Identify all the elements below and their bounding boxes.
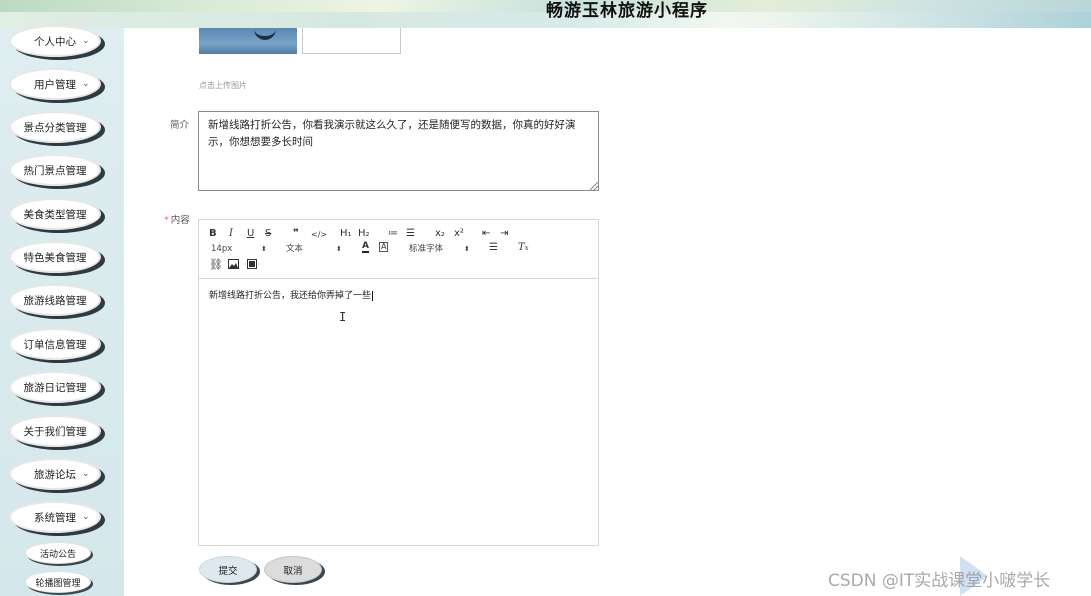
chevron-down-icon: ⌄ xyxy=(82,469,90,479)
h2-icon[interactable]: H₂ xyxy=(358,228,370,240)
sidebar-item-label: 旅游论坛 xyxy=(34,468,76,481)
header-banner: 畅游玉林旅游小程序 xyxy=(0,0,1091,28)
sidebar-item-travel-route[interactable]: 旅游线路管理 xyxy=(9,284,101,316)
video-icon-svg xyxy=(247,259,257,269)
watermark: CSDN @IT实战课堂小啵学长 xyxy=(828,571,1051,591)
uploaded-image-thumbnail[interactable] xyxy=(199,28,297,54)
intro-textarea[interactable]: 新增线路打折公告，你看我演示就这么久了，还是随便写的数据，你真的好好演示，你想想… xyxy=(198,111,599,191)
ibeam-cursor-icon: I xyxy=(339,310,347,324)
code-icon[interactable]: </> xyxy=(311,229,327,241)
thumbnail-shape xyxy=(254,28,276,40)
sidebar-item-label: 热门景点管理 xyxy=(23,164,87,177)
sidebar-item-label: 特色美食管理 xyxy=(23,251,87,264)
blockquote-icon[interactable]: ❞ xyxy=(293,228,299,240)
sidebar-item-label: 个人中心 xyxy=(34,35,76,48)
sidebar-item-scenic-category[interactable]: 景点分类管理 xyxy=(9,111,101,143)
sidebar-item-system-management[interactable]: 系统管理 ⌄ xyxy=(9,501,101,533)
sidebar-item-personal-center[interactable]: 个人中心 ⌄ xyxy=(9,25,101,57)
underline-icon[interactable]: U xyxy=(247,228,254,240)
resize-handle[interactable] xyxy=(590,182,598,190)
image-icon-svg xyxy=(228,259,239,269)
sidebar-item-travel-forum[interactable]: 旅游论坛 ⌄ xyxy=(9,458,101,490)
block-type-value: 文本 xyxy=(286,244,304,254)
editor-content-text: 新增线路打折公告，我还给你弄掉了一些 xyxy=(209,291,372,301)
editor-content-area[interactable]: 新增线路打折公告，我还给你弄掉了一些 xyxy=(209,288,374,301)
italic-icon[interactable]: I xyxy=(229,228,233,240)
bullet-list-icon[interactable]: ☰ xyxy=(406,228,415,240)
chevron-up-icon: ⌄ xyxy=(82,512,90,522)
select-arrow-icon: ⬍ xyxy=(464,245,470,253)
sidebar-item-label: 关于我们管理 xyxy=(23,425,87,438)
select-arrow-icon: ⬍ xyxy=(261,245,267,253)
sidebar-subitem-carousel[interactable]: 轮播图管理 xyxy=(25,571,91,593)
sidebar-subitem-label: 轮播图管理 xyxy=(35,578,81,589)
bold-icon[interactable]: B xyxy=(209,228,217,240)
image-upload-box[interactable] xyxy=(302,28,401,54)
video-icon[interactable] xyxy=(247,259,257,273)
sidebar-item-label: 系统管理 xyxy=(34,511,76,524)
font-size-select[interactable]: 14px ⬍ xyxy=(211,243,269,255)
sidebar-item-label: 美食类型管理 xyxy=(23,208,87,221)
sidebar-item-user-management[interactable]: 用户管理 ⌄ xyxy=(9,68,101,100)
font-size-value: 14px xyxy=(211,244,233,254)
sidebar-subitem-label: 活动公告 xyxy=(39,549,76,560)
content-label: * 内容 xyxy=(164,212,190,226)
sidebar-subitem-activity-notice[interactable]: 活动公告 xyxy=(25,542,91,564)
upload-hint: 点击上传图片 xyxy=(199,81,247,90)
h1-icon[interactable]: H₁ xyxy=(340,228,352,240)
sidebar-item-special-food[interactable]: 特色美食管理 xyxy=(9,241,101,273)
font-color-icon[interactable]: A xyxy=(362,242,369,253)
intro-label: 简介 xyxy=(170,120,190,131)
background-color-icon[interactable]: A xyxy=(379,242,389,252)
sidebar-item-about-us[interactable]: 关于我们管理 xyxy=(9,415,101,447)
required-mark: * xyxy=(164,215,169,226)
cancel-button[interactable]: 取消 xyxy=(264,556,322,583)
select-arrow-icon: ⬍ xyxy=(336,245,342,253)
submit-button[interactable]: 提交 xyxy=(199,556,257,583)
ordered-list-icon[interactable]: ≔ xyxy=(388,228,398,240)
subscript-icon[interactable]: x₂ xyxy=(435,228,445,240)
sidebar-item-label: 订单信息管理 xyxy=(23,338,87,351)
content-label-text: 内容 xyxy=(170,215,190,226)
align-icon[interactable]: ☰ xyxy=(489,242,498,254)
sidebar-item-label: 景点分类管理 xyxy=(23,121,87,134)
font-family-value: 标准字体 xyxy=(409,244,444,254)
rich-text-editor: B I U S ❞ </> H₁ H₂ ≔ ☰ x₂ x² ⇤ ⇥ 14px ⬍… xyxy=(198,219,599,546)
superscript-icon[interactable]: x² xyxy=(454,228,464,240)
strike-icon[interactable]: S xyxy=(265,228,271,240)
text-caret xyxy=(372,290,374,301)
sidebar-item-label: 旅游日记管理 xyxy=(23,381,87,394)
link-icon[interactable]: ⛓ xyxy=(209,259,223,271)
sidebar-item-order-info[interactable]: 订单信息管理 xyxy=(9,328,101,360)
sidebar-item-hot-scenic[interactable]: 热门景点管理 xyxy=(9,154,101,186)
sidebar-item-food-type[interactable]: 美食类型管理 xyxy=(9,198,101,230)
chevron-down-icon: ⌄ xyxy=(82,36,90,46)
chevron-down-icon: ⌄ xyxy=(82,79,90,89)
editor-toolbar: B I U S ❞ </> H₁ H₂ ≔ ☰ x₂ x² ⇤ ⇥ 14px ⬍… xyxy=(199,220,598,279)
indent-icon[interactable]: ⇥ xyxy=(500,228,508,240)
sidebar-item-travel-diary[interactable]: 旅游日记管理 xyxy=(9,371,101,403)
font-family-select[interactable]: 标准字体 ⬍ xyxy=(409,243,473,255)
outdent-icon[interactable]: ⇤ xyxy=(482,228,490,240)
sidebar-item-label: 用户管理 xyxy=(34,78,76,91)
app-title: 畅游玉林旅游小程序 xyxy=(546,1,708,21)
clear-format-icon[interactable]: Tx xyxy=(518,242,529,254)
image-icon[interactable] xyxy=(228,259,239,273)
sidebar-item-label: 旅游线路管理 xyxy=(23,294,87,307)
block-type-select[interactable]: 文本 ⬍ xyxy=(286,243,344,255)
